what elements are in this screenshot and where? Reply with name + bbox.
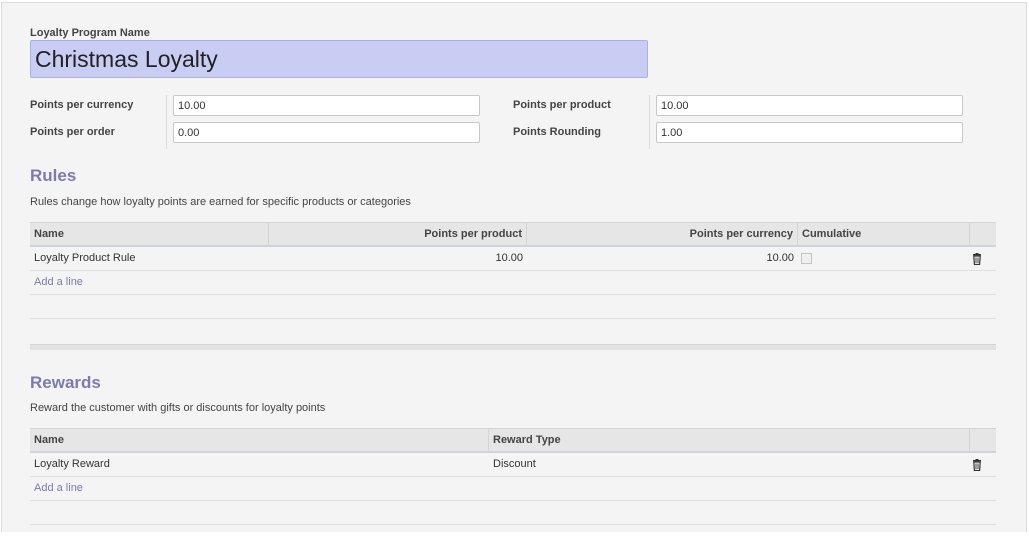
- reward-name-cell[interactable]: Loyalty Reward: [30, 453, 489, 476]
- rules-col-actions: [970, 223, 996, 246]
- rules-description: Rules change how loyalty points are earn…: [30, 196, 411, 208]
- rules-table-header: Name Points per product Points per curre…: [30, 222, 996, 247]
- rewards-col-reward-type[interactable]: Reward Type: [489, 429, 970, 452]
- rules-col-cumulative[interactable]: Cumulative: [798, 223, 970, 246]
- rules-col-name[interactable]: Name: [30, 223, 269, 246]
- rules-title: Rules: [30, 166, 77, 185]
- rules-add-line-link[interactable]: Add a line: [30, 271, 87, 294]
- rewards-table: Name Reward Type Loyalty Reward Discount…: [30, 428, 996, 525]
- program-name-input[interactable]: Christmas Loyalty: [30, 40, 648, 78]
- trash-icon[interactable]: [972, 253, 982, 265]
- rewards-description: Reward the customer with gifts or discou…: [30, 402, 326, 414]
- empty-row: [30, 501, 996, 525]
- points-per-order-field[interactable]: 0.00: [173, 122, 480, 143]
- points-per-product-field[interactable]: 10.00: [656, 95, 963, 116]
- table-row[interactable]: Loyalty Reward Discount: [30, 453, 996, 477]
- points-per-product-label: Points per product: [513, 99, 611, 111]
- rewards-add-line-link[interactable]: Add a line: [30, 477, 87, 500]
- settings-left-divider: [166, 95, 167, 149]
- rewards-col-actions: [970, 429, 996, 452]
- rule-cumulative-checkbox[interactable]: [801, 253, 812, 264]
- rules-col-points-per-product[interactable]: Points per product: [269, 223, 527, 246]
- rules-col-points-per-currency[interactable]: Points per currency: [527, 223, 798, 246]
- points-rounding-label: Points Rounding: [513, 126, 601, 138]
- points-per-currency-label: Points per currency: [30, 99, 134, 111]
- table-row[interactable]: Loyalty Product Rule 10.00 10.00: [30, 247, 996, 271]
- settings-right-divider: [649, 95, 650, 149]
- program-name-label: Loyalty Program Name: [30, 27, 150, 39]
- reward-type-cell[interactable]: Discount: [489, 453, 970, 476]
- points-per-currency-field[interactable]: 10.00: [173, 95, 480, 116]
- rule-points-per-product-cell[interactable]: 10.00: [269, 247, 527, 270]
- rewards-title: Rewards: [30, 373, 101, 392]
- rewards-add-line-row: Add a line: [30, 477, 996, 501]
- trash-icon[interactable]: [972, 459, 982, 471]
- rewards-table-header: Name Reward Type: [30, 428, 996, 453]
- section-divider: [30, 344, 996, 350]
- empty-row: [30, 295, 996, 319]
- points-rounding-field[interactable]: 1.00: [656, 122, 963, 143]
- rewards-col-name[interactable]: Name: [30, 429, 489, 452]
- rules-add-line-row: Add a line: [30, 271, 996, 295]
- rule-points-per-currency-cell[interactable]: 10.00: [527, 247, 798, 270]
- rule-name-cell[interactable]: Loyalty Product Rule: [30, 247, 269, 270]
- points-per-order-label: Points per order: [30, 126, 115, 138]
- rules-table: Name Points per product Points per curre…: [30, 222, 996, 319]
